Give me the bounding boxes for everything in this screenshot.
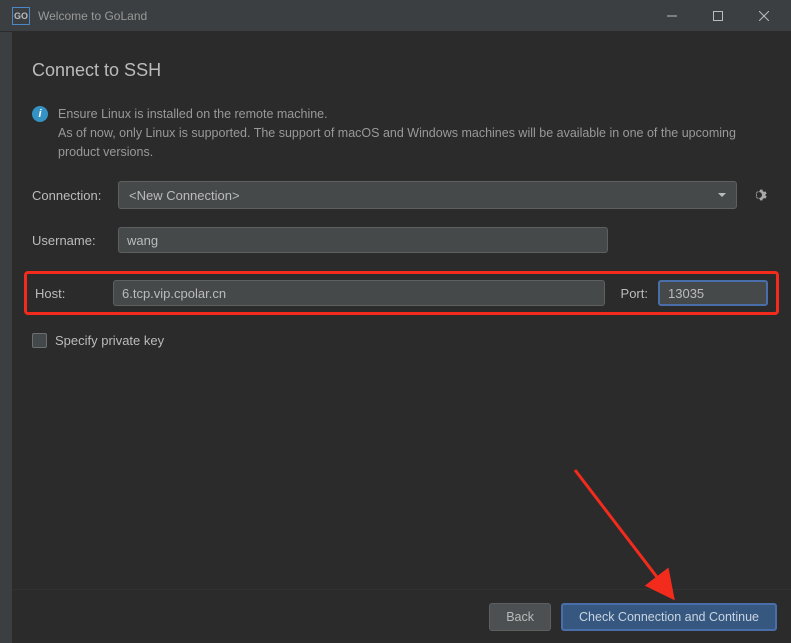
gear-icon [751,187,767,203]
username-label: Username: [32,233,108,248]
specify-key-label: Specify private key [55,333,164,348]
minimize-button[interactable] [649,0,695,32]
left-strip [0,32,12,643]
window-controls [649,0,787,32]
username-input[interactable] [118,227,608,253]
host-label: Host: [35,286,103,301]
titlebar: GO Welcome to GoLand [0,0,791,32]
app-icon: GO [12,7,30,25]
username-row: Username: [32,227,771,253]
specify-key-checkbox[interactable] [32,333,47,348]
main-panel: Connect to SSH i Ensure Linux is install… [12,32,791,589]
host-port-row: Host: Port: [35,280,768,306]
connection-label: Connection: [32,188,108,203]
host-port-highlight: Host: Port: [24,271,779,315]
maximize-button[interactable] [695,0,741,32]
close-button[interactable] [741,0,787,32]
host-input[interactable] [113,280,605,306]
content: Connect to SSH i Ensure Linux is install… [12,32,791,643]
port-label: Port: [621,286,648,301]
info-text: Ensure Linux is installed on the remote … [58,105,771,161]
specify-key-row: Specify private key [32,333,771,348]
back-button[interactable]: Back [489,603,551,631]
connection-value: <New Connection> [129,188,240,203]
window-title: Welcome to GoLand [38,9,649,23]
check-connection-button[interactable]: Check Connection and Continue [561,603,777,631]
connection-dropdown[interactable]: <New Connection> [118,181,737,209]
connection-settings-button[interactable] [747,183,771,207]
footer: Back Check Connection and Continue [12,589,791,643]
page-heading: Connect to SSH [32,60,771,81]
info-icon: i [32,106,48,122]
info-message: i Ensure Linux is installed on the remot… [32,105,771,161]
port-input[interactable] [658,280,768,306]
connection-row: Connection: <New Connection> [32,181,771,209]
